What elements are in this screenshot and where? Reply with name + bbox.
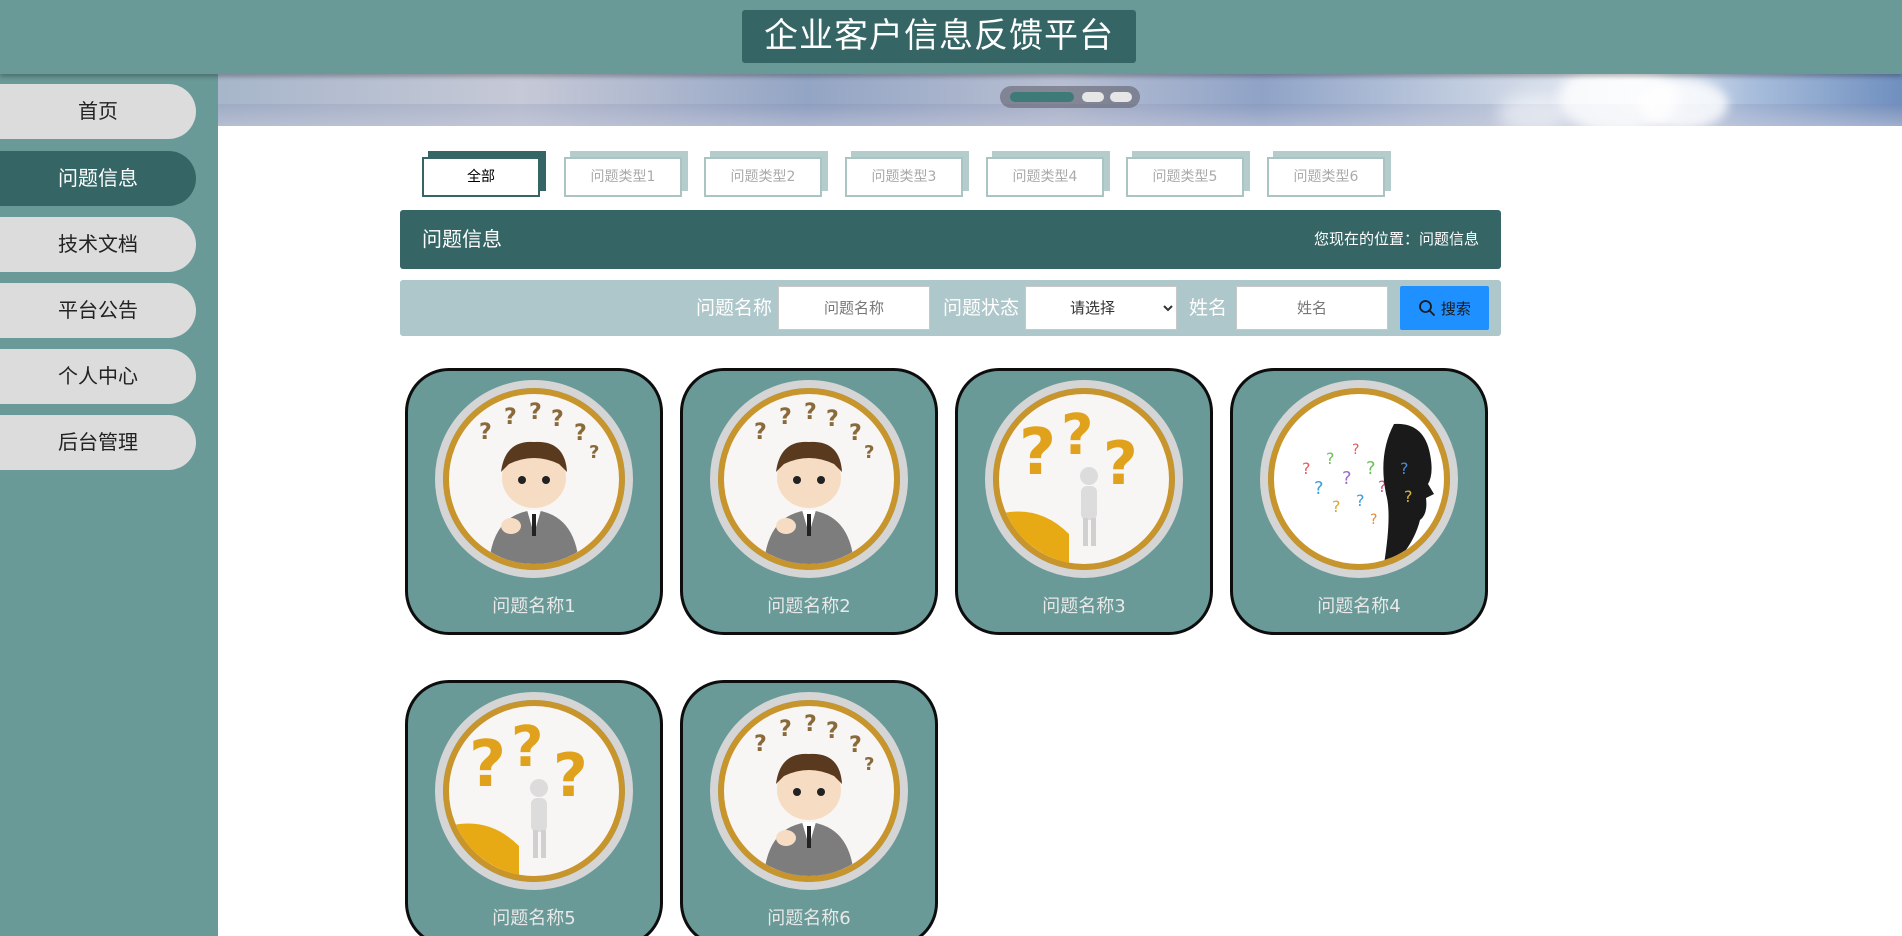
search-icon bbox=[1419, 300, 1435, 316]
svg-text:?: ? bbox=[804, 400, 817, 425]
search-button[interactable]: 搜索 bbox=[1400, 286, 1489, 330]
svg-text:?: ? bbox=[1314, 478, 1324, 499]
cloud-decoration bbox=[1498, 94, 1568, 126]
person-name-label: 姓名 bbox=[1189, 297, 1228, 319]
tab-type-1[interactable]: 问题类型1 bbox=[564, 157, 682, 197]
sidebar-item-announcements[interactable]: 平台公告 bbox=[0, 283, 196, 338]
svg-text:?: ? bbox=[1302, 459, 1311, 478]
svg-text:?: ? bbox=[779, 405, 792, 430]
svg-text:?: ? bbox=[1404, 487, 1413, 506]
issue-card-4[interactable]: ? ? ? ? ? ? ? ? ? ? ? ? 问题名称4 bbox=[1230, 368, 1488, 635]
thinking-man-image: ? ? ? ? ? ? bbox=[710, 380, 908, 578]
svg-text:?: ? bbox=[1326, 449, 1335, 468]
carousel-dot-2[interactable] bbox=[1082, 92, 1104, 102]
thinking-man-image: ? ? ? ? ? ? bbox=[435, 380, 633, 578]
svg-text:?: ? bbox=[804, 712, 817, 737]
carousel-dot-1[interactable] bbox=[1010, 92, 1074, 102]
issue-card-5[interactable]: ? ? ? 问题名称5 bbox=[405, 680, 663, 936]
issue-card-2[interactable]: ? ? ? ? ? ? 问题名称2 bbox=[680, 368, 938, 635]
svg-text:?: ? bbox=[1103, 429, 1138, 499]
issue-card-name: 问题名称2 bbox=[767, 596, 851, 617]
search-button-label: 搜索 bbox=[1440, 299, 1471, 318]
sidebar-item-tech-docs[interactable]: 技术文档 bbox=[0, 217, 196, 272]
svg-text:?: ? bbox=[553, 741, 588, 811]
svg-text:?: ? bbox=[1400, 459, 1409, 478]
tab-type-5[interactable]: 问题类型5 bbox=[1126, 157, 1244, 197]
tab-type-4[interactable]: 问题类型4 bbox=[986, 157, 1104, 197]
thinking-man-image: ? ? ? ? ? ? bbox=[710, 692, 908, 890]
carousel-dot-3[interactable] bbox=[1110, 92, 1132, 102]
carousel-indicator bbox=[1000, 86, 1140, 108]
section-header: 问题信息 您现在的位置：问题信息 bbox=[400, 210, 1501, 269]
svg-text:?: ? bbox=[551, 407, 564, 432]
issue-status-select[interactable]: 请选择 bbox=[1025, 286, 1177, 330]
head-silhouette-questions-image: ? ? ? ? ? ? ? ? ? ? ? ? bbox=[1260, 380, 1458, 578]
svg-text:?: ? bbox=[1332, 497, 1341, 516]
svg-text:?: ? bbox=[1352, 442, 1359, 458]
svg-text:?: ? bbox=[1370, 512, 1377, 528]
svg-text:?: ? bbox=[469, 728, 506, 802]
issue-card-name: 问题名称3 bbox=[1042, 596, 1126, 617]
svg-text:?: ? bbox=[849, 733, 862, 758]
search-bar: 问题名称 问题状态 请选择 姓名 搜索 bbox=[400, 280, 1501, 336]
sidebar-item-admin[interactable]: 后台管理 bbox=[0, 415, 196, 470]
question-marks-figure-image: ? ? ? bbox=[435, 692, 633, 890]
top-bar: 企业客户信息反馈平台 bbox=[0, 0, 1902, 74]
svg-text:?: ? bbox=[574, 421, 587, 446]
section-title: 问题信息 bbox=[422, 227, 502, 251]
svg-text:?: ? bbox=[479, 420, 492, 445]
sidebar: 首页 问题信息 技术文档 平台公告 个人中心 后台管理 bbox=[0, 74, 218, 936]
svg-text:?: ? bbox=[504, 405, 517, 430]
tab-type-3[interactable]: 问题类型3 bbox=[845, 157, 963, 197]
svg-text:?: ? bbox=[754, 420, 767, 445]
question-marks-figure-image: ? ? ? bbox=[985, 380, 1183, 578]
svg-text:?: ? bbox=[849, 421, 862, 446]
issue-card-name: 问题名称5 bbox=[492, 908, 576, 929]
issue-card-name: 问题名称6 bbox=[767, 908, 851, 929]
tab-type-6[interactable]: 问题类型6 bbox=[1267, 157, 1385, 197]
svg-text:?: ? bbox=[864, 754, 874, 775]
issue-card-name: 问题名称1 bbox=[492, 596, 576, 617]
svg-text:?: ? bbox=[826, 407, 839, 432]
issue-card-3[interactable]: ? ? ? 问题名称3 bbox=[955, 368, 1213, 635]
svg-text:?: ? bbox=[511, 715, 543, 780]
issue-name-label: 问题名称 bbox=[696, 297, 773, 319]
svg-text:?: ? bbox=[1366, 458, 1376, 479]
issue-card-6[interactable]: ? ? ? ? ? ? 问题名称6 bbox=[680, 680, 938, 936]
issue-name-input[interactable] bbox=[778, 286, 930, 330]
cloud-decoration bbox=[1638, 79, 1728, 126]
issue-card-1[interactable]: ? ? ? ? ? ? 问题名称1 bbox=[405, 368, 663, 635]
svg-text:?: ? bbox=[779, 717, 792, 742]
breadcrumb: 您现在的位置：问题信息 bbox=[1313, 230, 1479, 248]
sidebar-item-home[interactable]: 首页 bbox=[0, 84, 196, 139]
svg-text:?: ? bbox=[1342, 468, 1352, 489]
svg-text:?: ? bbox=[754, 732, 767, 757]
tab-type-2[interactable]: 问题类型2 bbox=[704, 157, 822, 197]
sidebar-item-personal-center[interactable]: 个人中心 bbox=[0, 349, 196, 404]
svg-text:?: ? bbox=[1061, 403, 1093, 468]
svg-text:?: ? bbox=[864, 442, 874, 463]
svg-text:?: ? bbox=[1019, 416, 1056, 490]
svg-text:?: ? bbox=[826, 719, 839, 744]
tab-all[interactable]: 全部 bbox=[422, 157, 540, 197]
sidebar-item-issues[interactable]: 问题信息 bbox=[0, 151, 196, 206]
svg-text:?: ? bbox=[589, 442, 599, 463]
issue-card-name: 问题名称4 bbox=[1317, 596, 1401, 617]
issue-status-label: 问题状态 bbox=[943, 297, 1020, 319]
svg-text:?: ? bbox=[1356, 491, 1365, 510]
person-name-input[interactable] bbox=[1236, 286, 1388, 330]
svg-text:?: ? bbox=[529, 400, 542, 425]
site-title: 企业客户信息反馈平台 bbox=[742, 10, 1136, 63]
